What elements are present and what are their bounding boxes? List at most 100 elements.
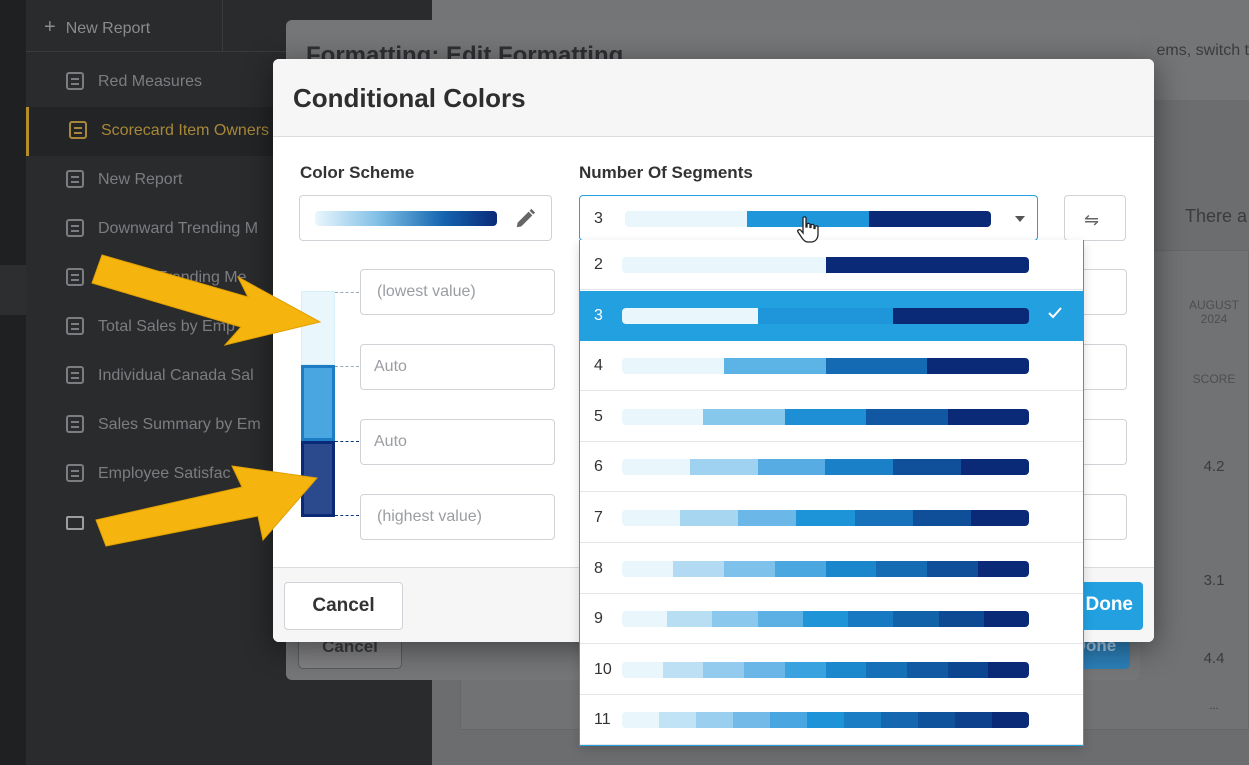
report-icon (66, 317, 84, 335)
color-segment (703, 661, 745, 678)
threshold-color-field[interactable] (1081, 344, 1127, 390)
folder-icon (66, 516, 84, 530)
cancel-button[interactable]: Cancel (284, 582, 403, 630)
color-segment (866, 408, 948, 425)
color-segment (667, 611, 713, 628)
segments-option-number: 5 (594, 407, 603, 425)
report-icon (66, 366, 84, 384)
color-segment (961, 459, 1029, 476)
segments-option[interactable]: 6 (580, 442, 1083, 493)
threshold-color-field[interactable] (1081, 269, 1127, 315)
segments-option[interactable]: 4 (580, 341, 1083, 392)
segments-option-bar (622, 611, 1029, 628)
score-cell: 3.1 (1203, 572, 1225, 589)
segments-option[interactable]: 10 (580, 645, 1083, 695)
color-segment (738, 510, 797, 526)
topbar-text: ems, switch t (1156, 42, 1249, 59)
color-segment (938, 611, 984, 628)
report-icon (66, 464, 84, 482)
color-segment (927, 358, 1029, 375)
color-segment (983, 611, 1029, 628)
pencil-icon[interactable] (514, 208, 536, 230)
sidebar-item-label: Scorecard Item Owners (101, 122, 270, 139)
segments-option-number: 9 (594, 610, 603, 628)
dialog-title: Conditional Colors (293, 83, 526, 113)
color-scheme-gradient (315, 211, 497, 226)
color-scheme-picker[interactable] (299, 195, 552, 241)
threshold-highest-input[interactable]: (highest value) (360, 494, 555, 540)
segments-option[interactable]: 3 (580, 290, 1083, 341)
sidebar-item-label: New Report (98, 171, 183, 188)
segments-option-bar (622, 408, 1029, 425)
segments-option[interactable]: 2 (580, 240, 1083, 290)
color-segment (662, 661, 704, 678)
color-segment (770, 712, 807, 729)
color-segment (918, 712, 955, 729)
color-segment (672, 560, 724, 577)
color-segment (712, 611, 758, 628)
score-cell: ... (1209, 700, 1219, 712)
sidebar-stripe (0, 0, 26, 765)
new-report-button[interactable]: + New Report (44, 16, 150, 39)
threshold-color-field[interactable] (1081, 494, 1127, 540)
segments-option-number: 10 (594, 660, 612, 678)
color-segment (796, 510, 855, 526)
color-segment (893, 611, 939, 628)
color-segment (906, 661, 948, 678)
column-header: AUGUST 2024 (1188, 298, 1239, 326)
color-segment (723, 358, 826, 375)
color-segment (622, 712, 659, 729)
color-segment (992, 712, 1029, 729)
color-segment (774, 560, 826, 577)
reverse-colors-button[interactable]: ⇋ (1064, 195, 1126, 241)
threshold-input[interactable]: Auto (360, 344, 555, 390)
sidebar-item-label: Upward Trending Me (98, 269, 247, 286)
report-icon (66, 170, 84, 188)
segments-option[interactable]: 9 (580, 594, 1083, 645)
color-segment (970, 510, 1029, 526)
toolbar-divider (222, 0, 223, 52)
color-segment (622, 408, 704, 425)
segments-option-bar (622, 510, 1029, 526)
segments-option[interactable]: 7 (580, 493, 1083, 543)
segments-option[interactable]: 5 (580, 392, 1083, 442)
sidebar-item-label: Employee Satisfac (98, 465, 231, 482)
color-segment (881, 712, 918, 729)
sidebar-marker (0, 265, 26, 315)
color-segment (844, 712, 881, 729)
color-segment (622, 307, 758, 324)
color-segment (659, 712, 696, 729)
threshold-connector (335, 515, 359, 516)
threshold-connector (335, 366, 359, 367)
color-segment (723, 560, 775, 577)
hand-cursor-icon (797, 216, 819, 243)
segments-option-number: 2 (594, 256, 603, 273)
color-segment (825, 560, 877, 577)
segments-option-number: 6 (594, 458, 603, 476)
folder-label[interactable]: ment (168, 514, 204, 532)
color-segment (625, 211, 747, 227)
segments-dropdown-list[interactable]: 2 3 4 5 6 7 8 9 10 11 (579, 240, 1084, 746)
segments-option-bar (622, 560, 1029, 577)
segments-option[interactable]: 11 (580, 695, 1083, 746)
threshold-input[interactable]: Auto (360, 419, 555, 465)
segments-label: Number Of Segments (579, 163, 753, 182)
color-segment (744, 661, 785, 678)
sidebar-item-label: Sales Summary by Em (98, 416, 261, 433)
segments-option[interactable]: 8 (580, 544, 1083, 594)
color-segment (784, 408, 867, 425)
threshold-lowest-input[interactable]: (lowest value) (360, 269, 555, 315)
segment-swatch (301, 291, 335, 365)
segments-option-bar (622, 712, 1029, 729)
info-text: There a (1185, 206, 1248, 226)
threshold-color-field[interactable] (1081, 419, 1127, 465)
color-segment (893, 459, 962, 476)
chevron-down-icon (1015, 216, 1025, 222)
report-icon (66, 415, 84, 433)
threshold-connector (335, 441, 359, 442)
segments-option-bar (622, 661, 1029, 678)
color-segment (978, 560, 1029, 577)
sidebar-item-label: Red Measures (98, 73, 203, 90)
color-segment (848, 611, 894, 628)
segment-swatch (301, 441, 335, 517)
